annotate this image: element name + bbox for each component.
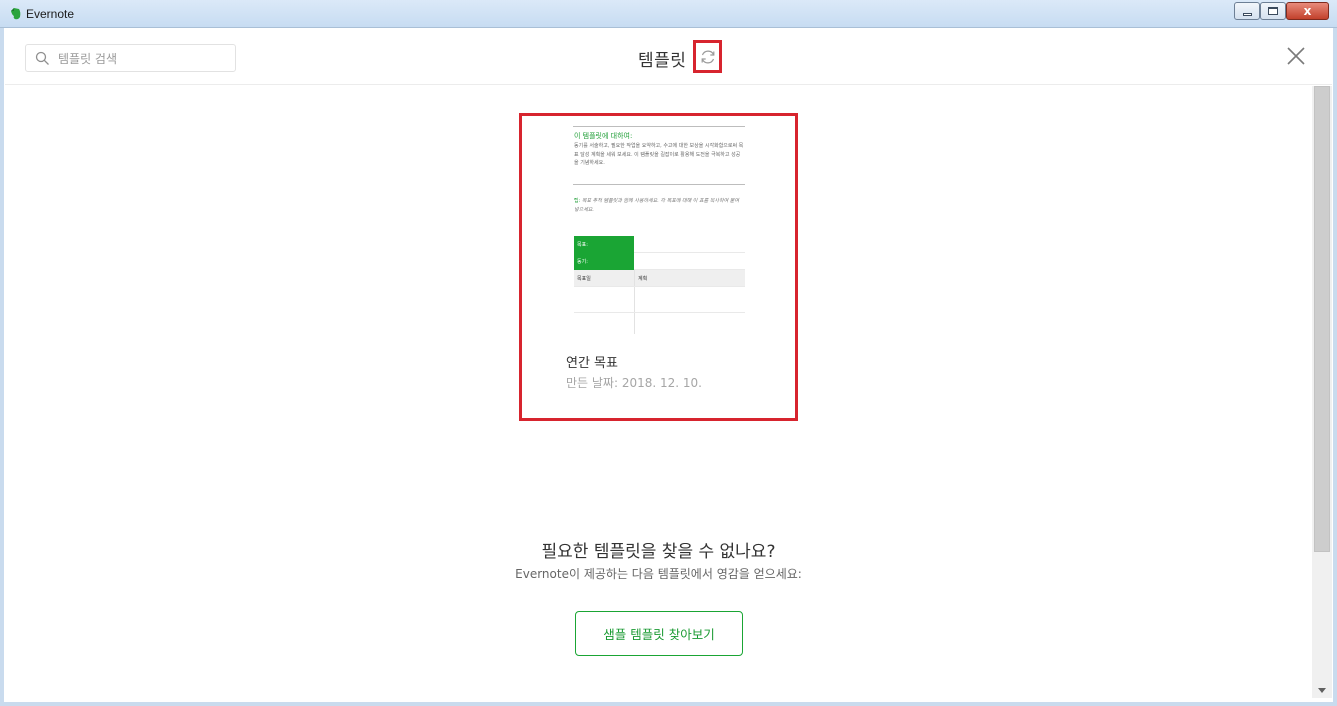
minimize-icon — [1242, 12, 1252, 16]
preview-col-divider — [634, 313, 635, 334]
preview-col-plan: 계획 — [638, 276, 648, 282]
scroll-down-arrow-icon[interactable] — [1318, 688, 1326, 693]
search-icon — [35, 51, 49, 65]
preview-heading: 이 템플릿에 대하여: — [574, 132, 633, 140]
maximize-button[interactable] — [1260, 2, 1286, 20]
preview-col-date: 목표일 — [577, 276, 591, 282]
template-name[interactable]: 연간 목표 — [566, 352, 618, 371]
preview-col-divider — [634, 287, 635, 312]
refresh-icon — [701, 50, 714, 63]
preview-table-row — [574, 287, 745, 313]
preview-goal-cell: 목표: — [574, 236, 634, 253]
preview-motivation-cell: 동기: — [574, 253, 634, 270]
preview-table-row: 목표: — [574, 236, 745, 253]
preview-tip-label: 팁: — [574, 198, 581, 204]
browse-sample-templates-button[interactable]: 샘플 템플릿 찾아보기 — [575, 611, 743, 656]
close-templates-icon[interactable] — [1286, 46, 1306, 66]
not-found-subtitle: Evernote이 제공하는 다음 템플릿에서 영감을 얻으세요: — [515, 567, 802, 581]
preview-tip-text: 목표 추적 템플릿과 함께 사용하세요. 각 목표에 대해 이 표를 복사하여 … — [574, 198, 739, 213]
preview-divider — [573, 126, 745, 127]
search-box[interactable] — [25, 44, 236, 72]
maximize-icon — [1268, 7, 1278, 15]
preview-tip: 팁: 목표 추적 템플릿과 함께 사용하세요. 각 목표에 대해 이 표를 복사… — [574, 197, 744, 214]
window-titlebar: Evernote x — [0, 0, 1337, 28]
close-icon: x — [1303, 4, 1312, 18]
preview-table-row: 동기: — [574, 253, 745, 270]
preview-table-row — [574, 313, 745, 334]
minimize-button[interactable] — [1234, 2, 1260, 20]
scrollbar-thumb[interactable] — [1314, 86, 1330, 552]
template-created-date: 만든 날짜: 2018. 12. 10. — [566, 376, 702, 390]
search-input[interactable] — [58, 49, 228, 69]
preview-table: 목표: 동기: 목표일 계획 — [574, 236, 745, 334]
preview-divider — [573, 184, 745, 185]
template-preview-thumbnail[interactable]: 이 템플릿에 대하여: 동기를 서술하고, 필요한 작업을 요약하고, 수고에 … — [573, 125, 745, 337]
evernote-logo-icon — [11, 8, 21, 20]
preview-col-divider — [634, 270, 635, 286]
preview-paragraph: 동기를 서술하고, 필요한 작업을 요약하고, 수고에 대한 보상을 시각화함으… — [574, 143, 744, 166]
vertical-scrollbar[interactable] — [1312, 86, 1332, 698]
window-title: Evernote — [26, 7, 75, 21]
refresh-button[interactable] — [693, 40, 722, 73]
preview-table-header: 목표일 계획 — [574, 270, 745, 287]
window-close-button[interactable]: x — [1286, 2, 1329, 20]
template-header: 템플릿 — [5, 29, 1332, 85]
not-found-heading: 필요한 템플릿을 찾을 수 없나요? — [541, 542, 776, 562]
page-title: 템플릿 — [638, 51, 687, 71]
